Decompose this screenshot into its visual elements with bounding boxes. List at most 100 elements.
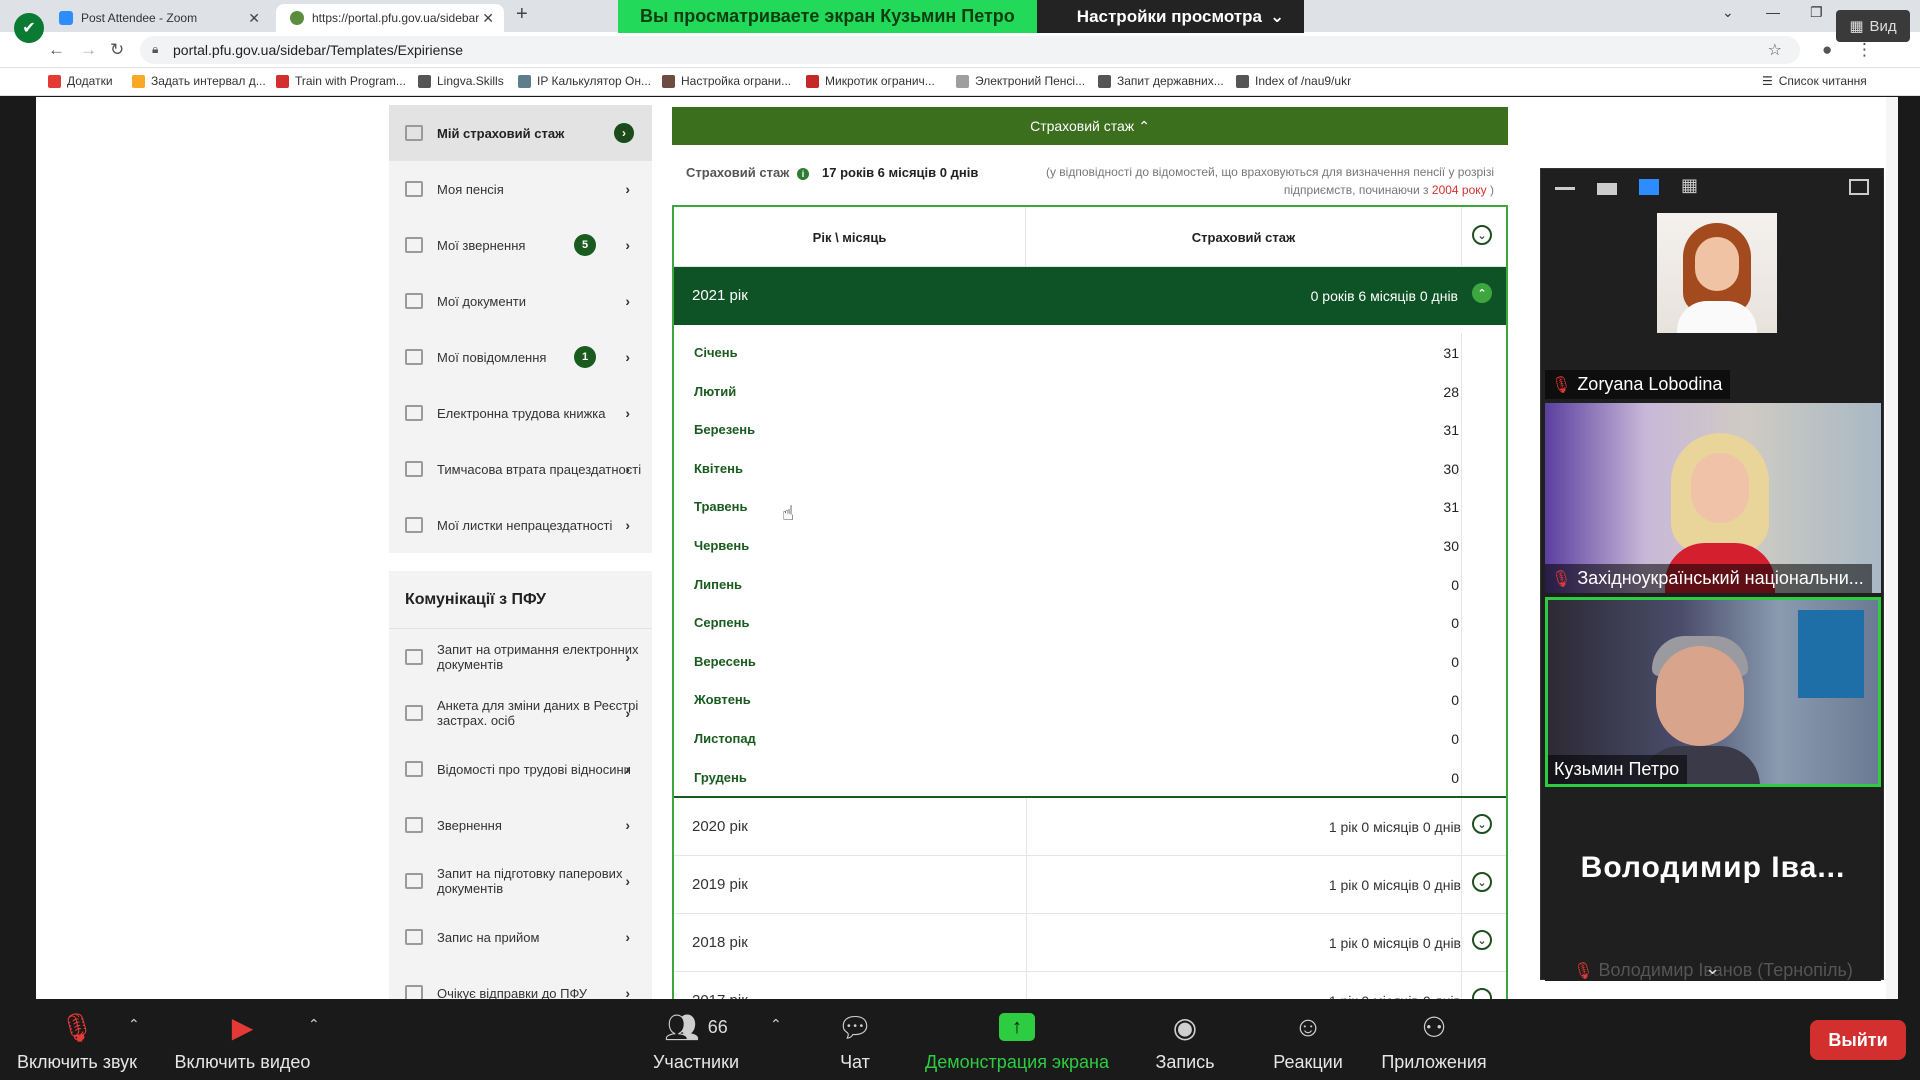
bookmark-item[interactable]: Настройка ограни...	[662, 74, 791, 88]
participants-options-caret-icon[interactable]: ⌃	[770, 1016, 782, 1033]
unmute-label: Включить звук	[16, 1052, 138, 1072]
tab-zoom[interactable]: Post Attendee - Zoom ✕	[45, 4, 270, 32]
participant-tile[interactable]: 🎙︎ Західноукраїнський національни...	[1545, 403, 1881, 593]
bookmark-item[interactable]: Запит державних...	[1098, 74, 1224, 88]
year-row[interactable]: 2020 рік 1 рік 0 місяців 0 днів ⌄	[674, 798, 1506, 857]
apps-icon: ⚇	[1421, 1011, 1447, 1043]
profile-icon[interactable]: ●	[1822, 40, 1832, 60]
year-row[interactable]: 2017 рік 1 рік 0 місяців 0 днів ⌄	[674, 972, 1506, 999]
info-icon[interactable]: i	[797, 168, 810, 180]
bookmark-label: Запит державних...	[1117, 74, 1224, 88]
bookmark-item[interactable]: Lingva.Skills	[418, 74, 504, 88]
leave-button[interactable]: Выйти	[1810, 1020, 1906, 1060]
restore-icon[interactable]: ❐	[1810, 4, 1823, 21]
close-tab-icon[interactable]: ✕	[248, 10, 260, 27]
sidebar-item[interactable]: Мої листки непрацездатності ›	[389, 497, 652, 553]
tab-search-icon[interactable]: ⌄	[1722, 4, 1734, 21]
start-video-button[interactable]: ▶︎ Включить видео	[170, 1008, 315, 1073]
summary-label: Страховий стаж	[686, 165, 790, 180]
view-settings-button[interactable]: Настройки просмотра ⌄	[1036, 0, 1305, 33]
reload-icon[interactable]: ↻	[110, 40, 124, 60]
sidebar-item[interactable]: Мої документи ›	[389, 273, 652, 329]
participant-tile[interactable]: 🎙︎ Zoryana Lobodina	[1545, 209, 1881, 399]
chevron-right-icon: ›	[625, 817, 630, 833]
globe-icon	[418, 74, 431, 88]
year-row-open[interactable]: 2021 рік 0 років 6 місяців 0 днів ⌃	[674, 267, 1506, 325]
close-tab-icon[interactable]: ✕	[482, 10, 494, 27]
sidebar-item[interactable]: Моя пенсія ›	[389, 161, 652, 217]
year-row[interactable]: 2019 рік 1 рік 0 місяців 0 днів ⌄	[674, 856, 1506, 915]
sidebar-item[interactable]: Звернення ›	[389, 797, 652, 853]
sidebar-item[interactable]: Очікує відправки до ПФУ ›	[389, 965, 652, 999]
bookmark-item[interactable]: Train with Program...	[276, 74, 406, 88]
hide-video-icon[interactable]	[1597, 183, 1617, 195]
month-row: Вересень 0	[674, 641, 1506, 681]
month-days: 31	[1026, 487, 1462, 526]
minimize-icon[interactable]: —	[1766, 4, 1780, 20]
sidebar-item[interactable]: Запит на отримання електронних документі…	[389, 629, 652, 685]
globe-icon	[1098, 74, 1111, 88]
video-off-icon: ▶︎	[231, 1011, 254, 1043]
unmute-button[interactable]: 🎙︎ Включить звук	[12, 1008, 142, 1073]
expand-year-icon[interactable]: ⌄	[1472, 814, 1492, 835]
sidebar-item[interactable]: Тимчасова втрата працездатності ›	[389, 441, 652, 497]
forward-icon[interactable]: →	[80, 40, 97, 60]
record-label: Запись	[1155, 1052, 1215, 1072]
audio-options-caret-icon[interactable]: ⌃	[128, 1016, 140, 1033]
bookmark-item[interactable]: IP Калькулятор Он...	[518, 74, 651, 88]
lock-icon[interactable]: 🔒︎	[152, 42, 158, 57]
sidebar-item-label: Запит на підготовку паперових документів	[437, 866, 623, 896]
tab-pfu-portal[interactable]: https://portal.pfu.gov.ua/sidebar ✕	[276, 4, 504, 32]
video-options-caret-icon[interactable]: ⌃	[308, 1016, 320, 1033]
back-icon[interactable]: ←	[48, 40, 65, 60]
expand-year-icon[interactable]: ⌄	[1472, 988, 1492, 999]
bookmark-item[interactable]: Задать интервал д...	[132, 74, 266, 88]
menu-icon[interactable]: ⋮	[1856, 40, 1873, 60]
checklist-icon	[405, 649, 423, 665]
expand-year-icon[interactable]: ⌄	[1472, 872, 1492, 893]
bookmark-label: Додатки	[67, 74, 113, 88]
gallery-view-icon[interactable]: ▦	[1681, 175, 1701, 195]
pop-out-icon[interactable]	[1849, 179, 1869, 195]
note-prefix: (у відповідності до відомостей, що врахо…	[1045, 165, 1494, 197]
view-button[interactable]: ▦ Вид	[1836, 10, 1910, 42]
share-screen-button[interactable]: ↑ Демонстрация экрана	[922, 1008, 1112, 1073]
bookmark-item[interactable]: Микротик огранич...	[806, 74, 935, 88]
scroll-down-icon[interactable]: ⌄	[1705, 958, 1720, 979]
sidebar-item-label: Звернення	[437, 817, 502, 833]
sidebar-item[interactable]: Відомості про трудові відносини ›	[389, 741, 652, 797]
sidebar-item[interactable]: Мої повідомлення 1 ›	[389, 329, 652, 385]
new-tab-icon[interactable]: +	[516, 3, 528, 26]
chat-button[interactable]: 💬︎ Чат	[830, 1008, 880, 1073]
url-field[interactable]: 🔒︎ portal.pfu.gov.ua/sidebar/Templates/E…	[140, 36, 1800, 64]
stazh-header-toggle[interactable]: Страховий стаж ⌃	[672, 107, 1508, 145]
bookmark-item[interactable]: Додатки	[48, 74, 113, 88]
year-row[interactable]: 2018 рік 1 рік 0 місяців 0 днів ⌄	[674, 914, 1506, 973]
sidebar-item[interactable]: Мій страховий стаж ›	[389, 105, 652, 161]
participant-tile-active-speaker[interactable]: Кузьмин Петро	[1545, 597, 1881, 787]
participant-tile[interactable]: Володимир Іва... 🎙︎ Володимир Іванов (Те…	[1545, 791, 1881, 981]
document-icon	[405, 461, 423, 477]
expand-all-icon[interactable]: ⌄	[1472, 225, 1492, 245]
page-scrollbar[interactable]	[1886, 97, 1898, 999]
month-row: Жовтень 0	[674, 680, 1506, 719]
record-button[interactable]: ◉ Запись	[1150, 1008, 1220, 1073]
participants-button[interactable]: 👥︎ 66 Участники	[650, 1008, 742, 1073]
apps-button[interactable]: ⚇ Приложения	[1378, 1008, 1490, 1073]
sidebar-item[interactable]: Анкета для зміни даних в Реєстрі застрах…	[389, 685, 652, 741]
sidebar-item-label: Мої повідомлення	[437, 349, 547, 365]
participant-name: Західноукраїнський національни...	[1577, 568, 1864, 588]
sidebar-item[interactable]: Запис на прийом ›	[389, 909, 652, 965]
bookmark-star-icon[interactable]: ☆	[1768, 40, 1782, 60]
sidebar-item[interactable]: Електронна трудова книжка ›	[389, 385, 652, 441]
bookmark-item[interactable]: Index of /nau9/ukr	[1236, 74, 1351, 88]
reading-list-button[interactable]: ☰ Список читання	[1762, 74, 1867, 88]
expand-year-icon[interactable]: ⌄	[1472, 930, 1492, 951]
bookmark-item[interactable]: Электроний Пенсі...	[956, 74, 1085, 88]
minimize-panel-icon[interactable]	[1555, 187, 1575, 190]
sidebar-item[interactable]: Запит на підготовку паперових документів…	[389, 853, 652, 909]
sidebar-item[interactable]: Мої звернення 5 ›	[389, 217, 652, 273]
reactions-button[interactable]: ☺ Реакции	[1268, 1008, 1348, 1073]
collapse-icon[interactable]: ⌃	[1472, 283, 1492, 303]
speaker-view-icon[interactable]	[1639, 179, 1659, 195]
